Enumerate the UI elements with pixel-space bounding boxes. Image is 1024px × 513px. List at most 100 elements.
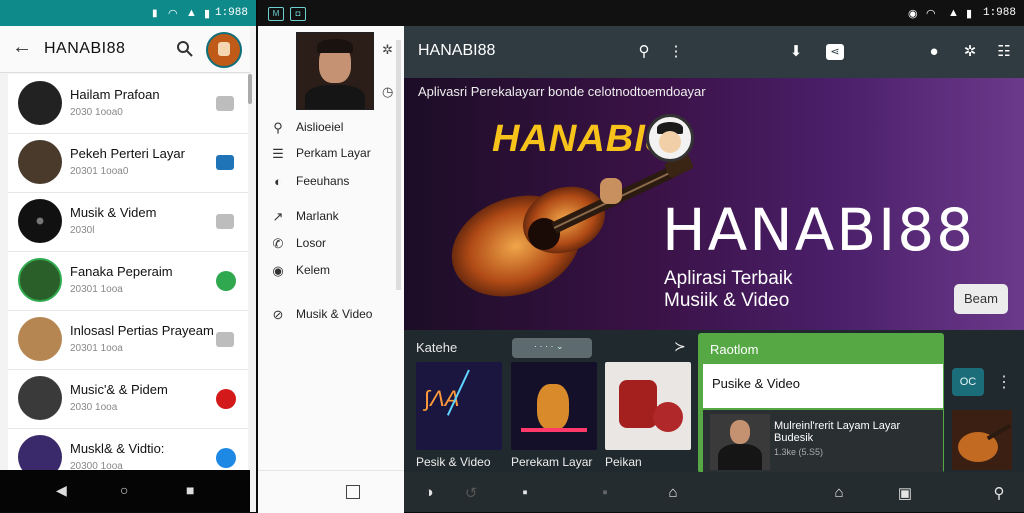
strip-label: Katehe: [416, 340, 458, 355]
list-item[interactable]: Musik & Videm 2030l: [8, 192, 248, 252]
list-item-title: Inlosasl Pertias Prayeam: [70, 323, 214, 338]
mascot-avatar: [646, 114, 694, 162]
drawer-item[interactable]: ◉ Kelem: [270, 261, 400, 281]
drawer-status-bar: M ◘: [258, 0, 404, 26]
notification-icon: M: [268, 7, 284, 21]
more-vert-icon[interactable]: ⋮: [996, 372, 1012, 392]
phone-screen-list: ▮ ◠ ▲ ▮ 1:988 ← HANABI88 Hailam Prafoan …: [0, 0, 256, 512]
battery-icon: ▲: [186, 7, 197, 19]
nav-back-icon[interactable]: ◀: [56, 482, 67, 499]
list-item-subtitle: 2030 1ooa: [70, 402, 118, 413]
status-time: 1:988: [982, 7, 1016, 19]
search-icon[interactable]: ⚲: [990, 484, 1008, 502]
alarm-icon: ◉: [908, 8, 918, 20]
bottom-nav-bar: [404, 472, 1024, 512]
list-item-title: Muskl& & Vidtio:: [70, 441, 165, 456]
thumbnail-label: Pesik & Video: [416, 455, 491, 469]
home-icon[interactable]: ⌂: [830, 484, 848, 501]
search-icon[interactable]: ⚲: [634, 42, 654, 62]
drawer-item[interactable]: ☰ Perkam Layar: [270, 144, 400, 164]
sim-icon: ▮: [204, 8, 211, 20]
list-item-subtitle: 20301 1ooa0: [70, 166, 129, 177]
list-item[interactable]: Inlosasl Pertias Prayeam 20301 1ooa: [8, 310, 248, 370]
card-title: Raotlom: [710, 342, 759, 357]
profile-avatar[interactable]: [206, 32, 242, 68]
list-item-subtitle: 2030 1ooa0: [70, 107, 123, 118]
download-icon: ◐: [274, 174, 282, 189]
drawer-item[interactable]: ✆ Losor: [270, 234, 400, 254]
list-item[interactable]: Pekeh Perteri Layar 20301 1ooa0: [8, 133, 248, 193]
avatar: [18, 81, 62, 125]
drawer-item[interactable]: ◐ Feeuhans: [270, 172, 400, 192]
list-item[interactable]: Music'& & Pidem 2030 1ooa: [8, 369, 248, 429]
thumbnail-neon: [446, 369, 498, 429]
folder-icon[interactable]: ▪: [596, 484, 614, 501]
folder-icon[interactable]: [216, 214, 234, 229]
download-icon[interactable]: ⬇: [786, 42, 806, 62]
thumbnail-ball: [653, 402, 683, 432]
card-thumbnail[interactable]: [710, 414, 770, 470]
card-meta: 1.3ke (5.S5): [774, 447, 824, 457]
explore-icon[interactable]: ◑: [420, 484, 438, 501]
drawer-bottom-bar: [258, 470, 404, 513]
list-item[interactable]: Hailam Prafoan 2030 1ooa0: [8, 74, 248, 134]
record-icon[interactable]: [216, 389, 236, 409]
settings-icon[interactable]: ✲: [382, 42, 396, 57]
search-icon[interactable]: [176, 40, 194, 58]
list-item[interactable]: Fanaka Peperaim 20301 1ooa: [8, 251, 248, 311]
phone-icon: ✆: [272, 236, 284, 251]
drawer-item[interactable]: ↗ Marlank: [270, 207, 400, 227]
check-icon[interactable]: [216, 271, 236, 291]
search-icon[interactable]: ●: [924, 42, 944, 62]
hero-side-glow: [404, 78, 418, 330]
avatar: [18, 140, 62, 184]
avatar: [18, 317, 62, 361]
info-icon: ◉: [272, 263, 284, 278]
drawer-item-label: Perkam Layar: [296, 146, 371, 160]
thumbnail-recorder[interactable]: [511, 362, 597, 450]
hero-button[interactable]: Beam: [954, 284, 1008, 314]
system-nav-bar: ◀ ○ ■: [0, 470, 250, 512]
list-item-title: Pekeh Perteri Layar: [70, 146, 185, 161]
wifi-icon: ◠: [926, 8, 936, 20]
filter-pill[interactable]: · · · · ⌄: [512, 338, 592, 358]
edit-icon[interactable]: [216, 155, 234, 170]
hero-subtitle: Aplivasri Perekalayarr bonde celotnodtoe…: [418, 84, 706, 99]
drawer-item[interactable]: ⚲ Aislioeiel: [270, 118, 400, 138]
folder-icon[interactable]: [216, 332, 234, 347]
more-vert-icon[interactable]: ⋮: [666, 42, 686, 62]
scrollbar[interactable]: [248, 74, 252, 104]
side-action-button[interactable]: ОС: [952, 368, 984, 396]
nav-home-icon[interactable]: ○: [120, 482, 128, 498]
avatar: [18, 258, 62, 302]
collapse-icon[interactable]: ≻: [674, 338, 686, 355]
hero-tagline-1: Aplirasi Terbaik: [664, 268, 793, 289]
thumbnail-music[interactable]: ∫ΛA: [416, 362, 502, 450]
recents-icon[interactable]: [346, 485, 360, 499]
clock-icon[interactable]: ◷: [382, 84, 396, 99]
thumbnail-figure: [537, 384, 569, 430]
drawer-item-label: Losor: [296, 236, 327, 250]
thumbnail-speaker[interactable]: [605, 362, 691, 450]
drawer-item[interactable]: ⊘ Musik & Video: [270, 305, 400, 325]
back-arrow-icon[interactable]: ←: [12, 36, 32, 59]
app-title: HANABI88: [44, 40, 126, 57]
mascot-face: [659, 131, 681, 153]
app-title: HANABI88: [418, 42, 496, 59]
home-icon[interactable]: ⌂: [664, 484, 682, 501]
document-icon[interactable]: ▪: [516, 484, 534, 501]
folder-icon[interactable]: [216, 96, 234, 111]
avatar: [18, 376, 62, 420]
nav-recents-icon[interactable]: ■: [186, 482, 194, 498]
profile-photo[interactable]: [296, 32, 374, 110]
stop-icon[interactable]: ▣: [896, 484, 914, 502]
undo-icon[interactable]: ↺: [462, 484, 480, 502]
app-status-bar: ◉ ◠ ▲ ▮ 1:988: [404, 0, 1024, 26]
share-icon[interactable]: ⋖: [826, 44, 844, 60]
settings-icon[interactable]: ✲: [960, 42, 980, 62]
thumbnail-label: Perekam Layar: [511, 455, 593, 469]
menu-icon[interactable]: ☷: [994, 42, 1014, 62]
info-icon[interactable]: [216, 448, 236, 468]
person-icon: ⚲: [273, 120, 283, 135]
side-thumbnail[interactable]: [952, 410, 1012, 470]
